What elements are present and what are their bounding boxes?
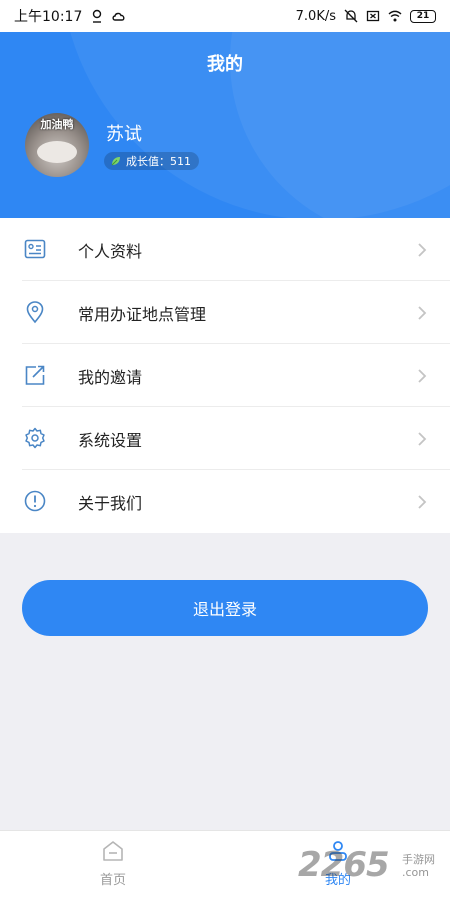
tab-label: 首页 [99, 873, 126, 888]
menu-item-settings[interactable]: 系统设置 [0, 407, 450, 470]
chevron-right-icon [418, 242, 427, 257]
avatar-caption: 加油鸭 [40, 118, 74, 131]
share-icon [25, 365, 45, 385]
growth-badge: 成长值：511 [104, 152, 199, 170]
chevron-right-icon [418, 305, 427, 320]
menu-list: 个人资料 常用办证地点管理 我的邀请 系统设置 关于我们 [0, 218, 450, 533]
username: 苏试 [106, 124, 142, 145]
battery-indicator: 21 [410, 9, 436, 23]
menu-item-profile[interactable]: 个人资料 [0, 218, 450, 281]
chevron-right-icon [418, 368, 427, 383]
leaf-icon [111, 157, 120, 166]
menu-item-label: 常用办证地点管理 [78, 304, 207, 324]
chevron-right-icon [418, 431, 427, 446]
menu-item-label: 关于我们 [78, 493, 143, 513]
page-title: 我的 [207, 54, 243, 75]
menu-item-invitations[interactable]: 我的邀请 [0, 344, 450, 407]
no-sim-icon [366, 10, 380, 22]
menu-item-label: 系统设置 [78, 430, 143, 450]
watermark-site-cn: 手游网 [402, 853, 435, 866]
cloud-icon [112, 12, 125, 21]
tab-home[interactable]: 首页 [73, 839, 153, 888]
profile-card-icon [24, 239, 46, 259]
menu-item-about[interactable]: 关于我们 [0, 470, 450, 533]
location-status-icon [93, 9, 102, 23]
wifi-icon [388, 10, 402, 22]
watermark-logo: 2265 [298, 845, 390, 885]
gear-icon [25, 427, 45, 449]
chevron-right-icon [418, 494, 427, 509]
network-speed: 7.0K/s [295, 8, 336, 24]
home-icon [103, 841, 123, 861]
status-bar: 上午10:17 7.0K/s 21 [0, 0, 450, 32]
mute-icon [344, 9, 358, 23]
watermark-site-en: .com [402, 866, 429, 879]
growth-value: 成长值：511 [126, 155, 191, 168]
info-icon [24, 490, 46, 512]
status-time: 上午10:17 [14, 9, 83, 25]
logout-button[interactable]: 退出登录 [22, 580, 428, 636]
menu-item-label: 我的邀请 [78, 367, 143, 387]
avatar-image [37, 141, 77, 163]
location-pin-icon [26, 301, 44, 324]
menu-item-label: 个人资料 [78, 241, 143, 261]
profile-header: 我的 加油鸭 苏试 成长值：511 [0, 0, 450, 218]
avatar[interactable]: 加油鸭 [25, 113, 89, 177]
menu-item-locations[interactable]: 常用办证地点管理 [0, 281, 450, 344]
